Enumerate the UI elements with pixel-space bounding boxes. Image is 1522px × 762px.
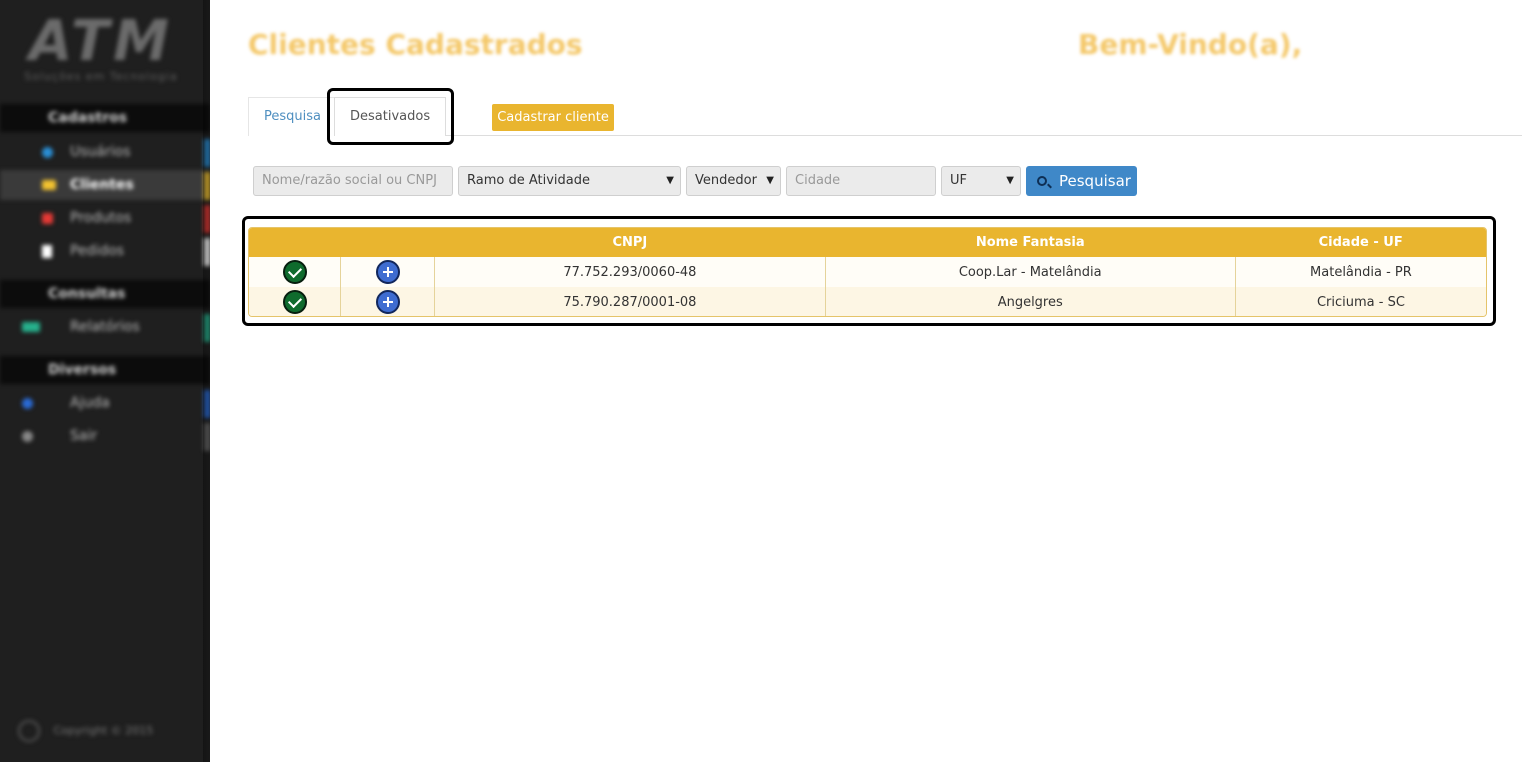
document-icon: [42, 245, 52, 258]
nome-cnpj-input[interactable]: Nome/razão social ou CNPJ: [253, 166, 453, 196]
plus-circle-icon[interactable]: [375, 260, 400, 284]
copyright-logo-icon: [18, 720, 40, 742]
chart-icon: [22, 322, 40, 332]
sidebar-item-label: Clientes: [70, 177, 134, 193]
logout-icon: [22, 431, 33, 442]
box-icon: [42, 213, 53, 224]
activate-cell: [249, 257, 341, 287]
caret-down-icon: ▼: [666, 175, 674, 186]
users-icon: [42, 147, 53, 158]
table-header-row: CNPJ Nome Fantasia Cidade - UF: [249, 228, 1486, 257]
cnpj-cell: 75.790.287/0001-08: [434, 287, 826, 316]
copyright: Copyright © 2015: [18, 720, 153, 742]
help-icon: [22, 398, 33, 409]
sidebar-item-relatorios[interactable]: Relatórios: [0, 312, 210, 342]
cidade-uf-cell: Matelândia - PR: [1234, 257, 1486, 287]
vendedor-select[interactable]: Vendedor ▼: [686, 166, 781, 196]
sidebar-item-sair[interactable]: Sair: [0, 421, 210, 451]
ramo-atividade-select[interactable]: Ramo de Atividade ▼: [458, 166, 681, 196]
pesquisar-button[interactable]: Pesquisar: [1026, 166, 1137, 196]
sidebar-item-label: Produtos: [70, 210, 132, 226]
header-cnpj: CNPJ: [612, 235, 648, 250]
table-row: 77.752.293/0060-48 Coop.Lar - Matelândia…: [249, 257, 1486, 287]
sidebar-item-produtos[interactable]: Produtos: [0, 203, 210, 233]
sidebar-item-label: Pedidos: [70, 243, 125, 259]
details-cell: [340, 257, 435, 287]
sidebar-item-usuarios[interactable]: Usuários: [0, 137, 210, 167]
welcome-text: Bem-Vindo(a),: [1078, 28, 1303, 61]
section-cadastros: Cadastros: [0, 104, 210, 132]
section-consultas: Consultas: [0, 280, 210, 308]
cidade-input[interactable]: Cidade: [786, 166, 936, 196]
sidebar-item-label: Usuários: [70, 144, 131, 160]
header-details: [341, 228, 435, 257]
tab-highlight-box: [327, 88, 454, 145]
caret-down-icon: ▼: [766, 175, 774, 186]
sidebar: ATM Soluções em Tecnologia Cadastros Usu…: [0, 0, 210, 762]
search-icon: [1037, 176, 1047, 186]
activate-cell: [249, 287, 341, 316]
sidebar-item-ajuda[interactable]: Ajuda: [0, 388, 210, 418]
table-row: 75.790.287/0001-08 Angelgres Criciuma - …: [249, 287, 1486, 316]
sidebar-item-label: Relatórios: [70, 319, 140, 335]
page-title: Clientes Cadastrados: [248, 28, 583, 61]
logo-mark: ATM: [29, 9, 173, 74]
envelope-icon: [42, 180, 56, 190]
uf-select[interactable]: UF ▼: [941, 166, 1021, 196]
nome-fantasia-cell: Angelgres: [824, 287, 1236, 316]
cnpj-cell: 77.752.293/0060-48: [434, 257, 826, 287]
caret-down-icon: ▼: [1006, 175, 1014, 186]
header-cidade-uf: Cidade - UF: [1318, 235, 1403, 250]
check-circle-icon[interactable]: [282, 260, 307, 284]
header-activate: [249, 228, 341, 257]
pesquisar-label: Pesquisar: [1059, 172, 1131, 190]
logo-subtitle: Soluções em Tecnologia: [24, 70, 178, 83]
clients-table: CNPJ Nome Fantasia Cidade - UF 77.752.29…: [248, 227, 1487, 317]
plus-circle-icon[interactable]: [375, 290, 400, 314]
nome-fantasia-cell: Coop.Lar - Matelândia: [824, 257, 1236, 287]
ramo-atividade-value: Ramo de Atividade: [467, 173, 590, 188]
uf-value: UF: [950, 173, 967, 188]
check-circle-icon[interactable]: [282, 290, 307, 314]
section-diversos: Diversos: [0, 356, 210, 384]
header-nome-fantasia: Nome Fantasia: [975, 235, 1085, 250]
sidebar-item-pedidos[interactable]: Pedidos: [0, 236, 210, 266]
cadastrar-cliente-button[interactable]: Cadastrar cliente: [492, 104, 614, 131]
cidade-uf-cell: Criciuma - SC: [1234, 287, 1486, 316]
sidebar-item-label: Sair: [70, 428, 98, 444]
details-cell: [340, 287, 435, 316]
sidebar-item-label: Ajuda: [70, 395, 110, 411]
tab-pesquisa[interactable]: Pesquisa: [248, 97, 337, 136]
vendedor-value: Vendedor: [695, 173, 757, 188]
sidebar-shadow: [203, 0, 210, 762]
sidebar-item-clientes[interactable]: Clientes: [0, 170, 210, 200]
logo: ATM Soluções em Tecnologia: [20, 9, 182, 84]
copyright-text: Copyright © 2015: [53, 724, 154, 737]
